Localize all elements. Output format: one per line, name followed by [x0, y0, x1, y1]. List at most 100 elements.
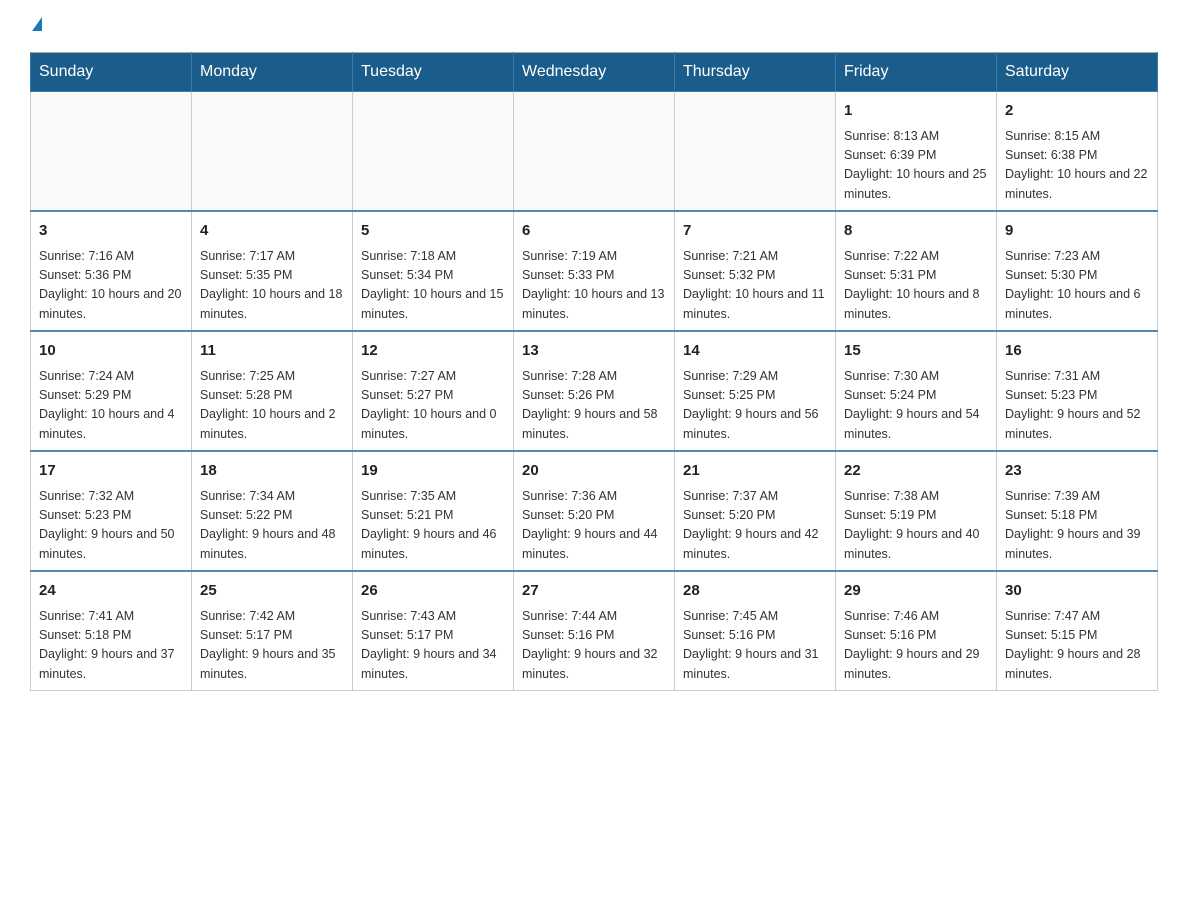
- calendar-cell: 17 Sunrise: 7:32 AMSunset: 5:23 PMDayligh…: [31, 451, 192, 571]
- day-number: 5: [361, 220, 505, 243]
- day-of-week-header: Sunday: [31, 53, 192, 92]
- calendar-cell: 7 Sunrise: 7:21 AMSunset: 5:32 PMDaylight…: [675, 211, 836, 331]
- calendar-cell: [192, 92, 353, 212]
- day-info: Sunrise: 7:47 AMSunset: 5:15 PMDaylight:…: [1005, 607, 1149, 685]
- calendar-cell: [353, 92, 514, 212]
- calendar-cell: 19 Sunrise: 7:35 AMSunset: 5:21 PMDayligh…: [353, 451, 514, 571]
- calendar-cell: [675, 92, 836, 212]
- day-number: 21: [683, 460, 827, 483]
- calendar-cell: 27 Sunrise: 7:44 AMSunset: 5:16 PMDayligh…: [514, 571, 675, 691]
- day-number: 28: [683, 580, 827, 603]
- day-number: 10: [39, 340, 183, 363]
- day-info: Sunrise: 7:35 AMSunset: 5:21 PMDaylight:…: [361, 487, 505, 565]
- calendar-cell: 18 Sunrise: 7:34 AMSunset: 5:22 PMDayligh…: [192, 451, 353, 571]
- day-number: 12: [361, 340, 505, 363]
- day-info: Sunrise: 7:16 AMSunset: 5:36 PMDaylight:…: [39, 247, 183, 325]
- day-info: Sunrise: 7:29 AMSunset: 5:25 PMDaylight:…: [683, 367, 827, 445]
- day-info: Sunrise: 7:18 AMSunset: 5:34 PMDaylight:…: [361, 247, 505, 325]
- day-of-week-header: Monday: [192, 53, 353, 92]
- calendar-cell: [31, 92, 192, 212]
- calendar-cell: 22 Sunrise: 7:38 AMSunset: 5:19 PMDayligh…: [836, 451, 997, 571]
- day-info: Sunrise: 7:37 AMSunset: 5:20 PMDaylight:…: [683, 487, 827, 565]
- calendar-cell: 25 Sunrise: 7:42 AMSunset: 5:17 PMDayligh…: [192, 571, 353, 691]
- logo-triangle-icon: [32, 17, 42, 31]
- day-number: 18: [200, 460, 344, 483]
- calendar-cell: 16 Sunrise: 7:31 AMSunset: 5:23 PMDayligh…: [997, 331, 1158, 451]
- day-number: 16: [1005, 340, 1149, 363]
- calendar-cell: 26 Sunrise: 7:43 AMSunset: 5:17 PMDayligh…: [353, 571, 514, 691]
- calendar-cell: 15Sunrise: 7:30 AMSunset: 5:24 PMDayligh…: [836, 331, 997, 451]
- calendar-cell: 10 Sunrise: 7:24 AMSunset: 5:29 PMDayligh…: [31, 331, 192, 451]
- calendar-week-row: 1Sunrise: 8:13 AMSunset: 6:39 PMDaylight…: [31, 92, 1158, 212]
- day-number: 30: [1005, 580, 1149, 603]
- day-info: Sunrise: 7:46 AMSunset: 5:16 PMDaylight:…: [844, 607, 988, 685]
- page-header: [30, 20, 1158, 34]
- day-info: Sunrise: 7:36 AMSunset: 5:20 PMDaylight:…: [522, 487, 666, 565]
- day-info: Sunrise: 7:42 AMSunset: 5:17 PMDaylight:…: [200, 607, 344, 685]
- day-of-week-header: Wednesday: [514, 53, 675, 92]
- day-number: 24: [39, 580, 183, 603]
- day-number: 22: [844, 460, 988, 483]
- day-info: Sunrise: 8:15 AMSunset: 6:38 PMDaylight:…: [1005, 127, 1149, 205]
- day-number: 4: [200, 220, 344, 243]
- calendar-cell: 2 Sunrise: 8:15 AMSunset: 6:38 PMDaylight…: [997, 92, 1158, 212]
- calendar-cell: 3 Sunrise: 7:16 AMSunset: 5:36 PMDaylight…: [31, 211, 192, 331]
- day-of-week-header: Thursday: [675, 53, 836, 92]
- day-info: Sunrise: 7:27 AMSunset: 5:27 PMDaylight:…: [361, 367, 505, 445]
- day-info: Sunrise: 7:24 AMSunset: 5:29 PMDaylight:…: [39, 367, 183, 445]
- day-info: Sunrise: 7:22 AMSunset: 5:31 PMDaylight:…: [844, 247, 988, 325]
- calendar-cell: 4 Sunrise: 7:17 AMSunset: 5:35 PMDaylight…: [192, 211, 353, 331]
- day-number: 7: [683, 220, 827, 243]
- day-number: 8: [844, 220, 988, 243]
- day-number: 29: [844, 580, 988, 603]
- day-info: Sunrise: 7:17 AMSunset: 5:35 PMDaylight:…: [200, 247, 344, 325]
- calendar-week-row: 17 Sunrise: 7:32 AMSunset: 5:23 PMDayligh…: [31, 451, 1158, 571]
- day-info: Sunrise: 7:39 AMSunset: 5:18 PMDaylight:…: [1005, 487, 1149, 565]
- day-number: 23: [1005, 460, 1149, 483]
- day-info: Sunrise: 7:34 AMSunset: 5:22 PMDaylight:…: [200, 487, 344, 565]
- day-of-week-header: Saturday: [997, 53, 1158, 92]
- day-number: 25: [200, 580, 344, 603]
- day-info: Sunrise: 7:38 AMSunset: 5:19 PMDaylight:…: [844, 487, 988, 565]
- calendar-cell: 23 Sunrise: 7:39 AMSunset: 5:18 PMDayligh…: [997, 451, 1158, 571]
- calendar-cell: 6 Sunrise: 7:19 AMSunset: 5:33 PMDaylight…: [514, 211, 675, 331]
- calendar-cell: 28 Sunrise: 7:45 AMSunset: 5:16 PMDayligh…: [675, 571, 836, 691]
- logo: [30, 20, 42, 34]
- day-info: Sunrise: 7:43 AMSunset: 5:17 PMDaylight:…: [361, 607, 505, 685]
- day-info: Sunrise: 7:23 AMSunset: 5:30 PMDaylight:…: [1005, 247, 1149, 325]
- calendar-week-row: 10 Sunrise: 7:24 AMSunset: 5:29 PMDayligh…: [31, 331, 1158, 451]
- day-number: 6: [522, 220, 666, 243]
- calendar-cell: 13Sunrise: 7:28 AMSunset: 5:26 PMDayligh…: [514, 331, 675, 451]
- day-number: 14: [683, 340, 827, 363]
- calendar-cell: 11 Sunrise: 7:25 AMSunset: 5:28 PMDayligh…: [192, 331, 353, 451]
- calendar-cell: 20Sunrise: 7:36 AMSunset: 5:20 PMDayligh…: [514, 451, 675, 571]
- day-number: 19: [361, 460, 505, 483]
- day-number: 2: [1005, 100, 1149, 123]
- calendar-cell: 5 Sunrise: 7:18 AMSunset: 5:34 PMDaylight…: [353, 211, 514, 331]
- day-number: 3: [39, 220, 183, 243]
- day-info: Sunrise: 7:44 AMSunset: 5:16 PMDaylight:…: [522, 607, 666, 685]
- calendar-cell: 24Sunrise: 7:41 AMSunset: 5:18 PMDayligh…: [31, 571, 192, 691]
- day-number: 11: [200, 340, 344, 363]
- day-number: 9: [1005, 220, 1149, 243]
- calendar-week-row: 24Sunrise: 7:41 AMSunset: 5:18 PMDayligh…: [31, 571, 1158, 691]
- calendar-cell: 9 Sunrise: 7:23 AMSunset: 5:30 PMDaylight…: [997, 211, 1158, 331]
- calendar-cell: 29 Sunrise: 7:46 AMSunset: 5:16 PMDayligh…: [836, 571, 997, 691]
- day-number: 17: [39, 460, 183, 483]
- calendar-cell: 21 Sunrise: 7:37 AMSunset: 5:20 PMDayligh…: [675, 451, 836, 571]
- calendar-header-row: SundayMondayTuesdayWednesdayThursdayFrid…: [31, 53, 1158, 92]
- day-info: Sunrise: 7:32 AMSunset: 5:23 PMDaylight:…: [39, 487, 183, 565]
- calendar-cell: 12 Sunrise: 7:27 AMSunset: 5:27 PMDayligh…: [353, 331, 514, 451]
- day-info: Sunrise: 7:28 AMSunset: 5:26 PMDaylight:…: [522, 367, 666, 445]
- day-info: Sunrise: 7:21 AMSunset: 5:32 PMDaylight:…: [683, 247, 827, 325]
- day-number: 27: [522, 580, 666, 603]
- day-info: Sunrise: 7:19 AMSunset: 5:33 PMDaylight:…: [522, 247, 666, 325]
- calendar-cell: 14 Sunrise: 7:29 AMSunset: 5:25 PMDayligh…: [675, 331, 836, 451]
- day-number: 26: [361, 580, 505, 603]
- day-info: Sunrise: 7:25 AMSunset: 5:28 PMDaylight:…: [200, 367, 344, 445]
- day-info: Sunrise: 7:45 AMSunset: 5:16 PMDaylight:…: [683, 607, 827, 685]
- day-of-week-header: Tuesday: [353, 53, 514, 92]
- day-info: Sunrise: 8:13 AMSunset: 6:39 PMDaylight:…: [844, 127, 988, 205]
- day-number: 15: [844, 340, 988, 363]
- day-info: Sunrise: 7:31 AMSunset: 5:23 PMDaylight:…: [1005, 367, 1149, 445]
